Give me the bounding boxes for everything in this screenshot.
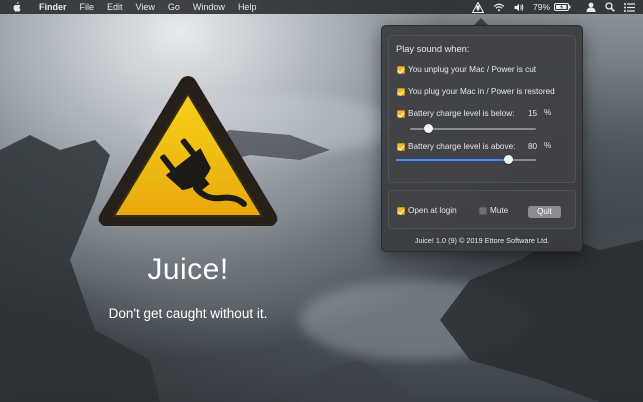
below-label[interactable]: Battery charge level is below: — [408, 109, 515, 118]
plug-warning-icon[interactable] — [471, 1, 484, 13]
wifi-icon[interactable] — [493, 3, 505, 12]
menu-window[interactable]: Window — [193, 2, 225, 12]
play-sound-heading: Play sound when: — [396, 44, 470, 54]
juice-popover: Play sound when: You unplug your Mac / P… — [381, 25, 583, 252]
unplug-label[interactable]: You unplug your Mac / Power is cut — [408, 65, 536, 74]
battery-charging-icon[interactable] — [554, 3, 571, 11]
open-at-login-checkbox[interactable] — [397, 207, 405, 215]
menu-view[interactable]: View — [136, 2, 155, 12]
above-slider-thumb[interactable] — [503, 155, 513, 164]
plug-checkbox[interactable] — [397, 88, 405, 96]
above-unit: % — [544, 141, 552, 150]
menu-bar: Finder File Edit View Go Window Help 79% — [0, 0, 643, 14]
menu-edit[interactable]: Edit — [107, 2, 123, 12]
above-label[interactable]: Battery charge level is above: — [408, 142, 515, 151]
above-checkbox[interactable] — [397, 143, 405, 151]
above-slider[interactable] — [396, 155, 536, 164]
below-value[interactable]: 15 — [528, 109, 537, 118]
menu-finder[interactable]: Finder — [39, 2, 67, 12]
app-tagline: Don't get caught without it. — [108, 306, 268, 321]
plug-label[interactable]: You plug your Mac in / Power is restored — [408, 87, 555, 96]
user-icon[interactable] — [586, 2, 596, 12]
below-unit: % — [544, 108, 552, 117]
above-value[interactable]: 80 — [528, 142, 537, 151]
notification-center-icon[interactable] — [624, 2, 635, 12]
menu-help[interactable]: Help — [238, 2, 257, 12]
mute-label[interactable]: Mute — [490, 206, 508, 215]
open-at-login-label[interactable]: Open at login — [408, 206, 457, 215]
warning-triangle-plug-icon — [96, 70, 280, 232]
apple-logo-icon[interactable] — [12, 2, 22, 12]
spotlight-search-icon[interactable] — [605, 2, 615, 12]
menu-file[interactable]: File — [80, 2, 95, 12]
below-checkbox[interactable] — [397, 110, 405, 118]
speaker-icon[interactable] — [514, 3, 524, 12]
app-title: Juice! — [147, 253, 229, 286]
mute-checkbox[interactable] — [479, 207, 487, 215]
battery-percent: 79% — [532, 2, 550, 12]
unplug-checkbox[interactable] — [397, 66, 405, 74]
below-slider[interactable] — [410, 124, 536, 133]
above-slider-fill — [396, 159, 508, 161]
popover-arrow — [474, 18, 488, 25]
quit-button[interactable]: Quit — [528, 206, 561, 218]
menu-go[interactable]: Go — [168, 2, 180, 12]
version-copyright: Juice! 1.0 (9) © 2019 Ettore Software Lt… — [414, 236, 550, 245]
